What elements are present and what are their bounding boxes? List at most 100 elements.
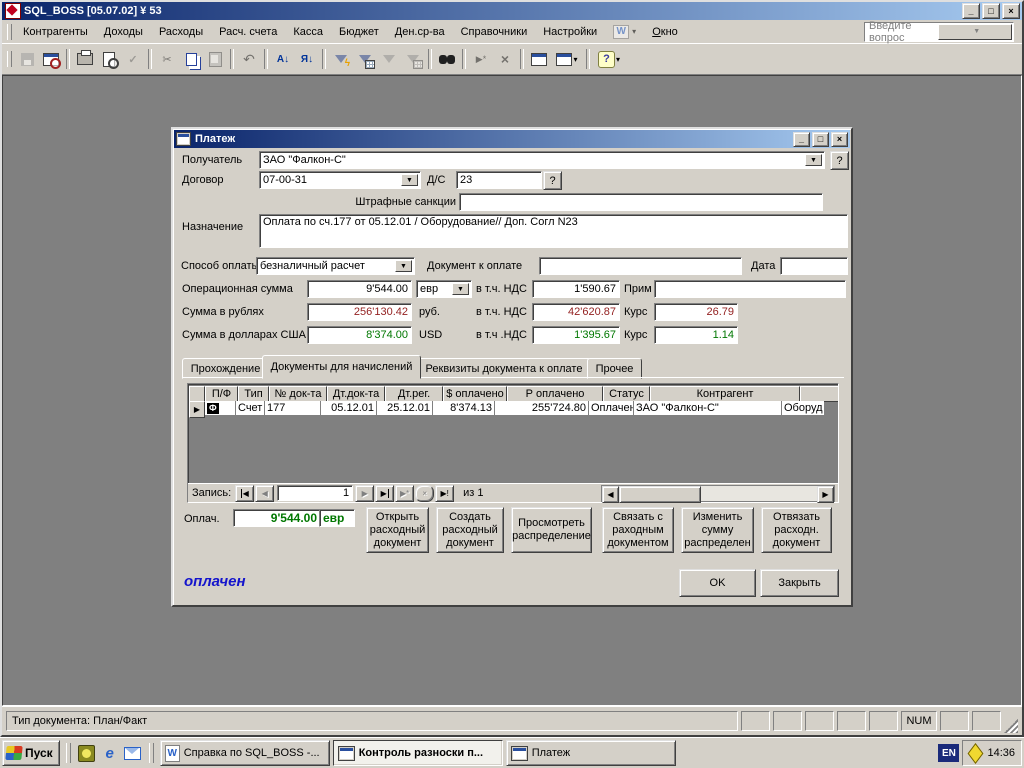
sort-ascending-icon[interactable]: А↓ (272, 48, 294, 70)
recipient-combo[interactable]: ЗАО "Фалкон-С" ▼ (259, 151, 825, 169)
unlink-expense-document-button[interactable]: Отвязать расходн. документ (761, 507, 832, 553)
task-control-window[interactable]: Контроль разноски п... (333, 740, 503, 766)
menu-settings[interactable]: Настройки (535, 23, 605, 41)
tab-accrual-documents[interactable]: Документы для начислений (262, 355, 421, 379)
delete-record-icon[interactable]: × (494, 48, 516, 70)
new-record-icon[interactable]: ▶* (470, 48, 492, 70)
payment-dialog-titlebar[interactable]: Платеж _ □ × (174, 130, 850, 148)
payment-method-combo[interactable]: безналичный расчет ▼ (256, 257, 415, 275)
task-help-window[interactable]: W Справка по SQL_BOSS -... (160, 740, 330, 766)
payment-method-dropdown-icon[interactable]: ▼ (395, 260, 412, 272)
contract-dropdown-icon[interactable]: ▼ (401, 174, 418, 186)
quicklaunch-grip[interactable] (66, 743, 71, 763)
tab-payment-doc-details[interactable]: Реквизиты документа к оплате (417, 358, 591, 379)
scrollbar-thumb[interactable] (619, 486, 701, 503)
cell-status[interactable]: Оплачен (589, 401, 634, 416)
menu-cashdesk[interactable]: Касса (285, 23, 331, 41)
cancel-record-icon[interactable]: × (415, 485, 434, 502)
view-distribution-button[interactable]: Просмотреть распределение (511, 507, 592, 553)
paid-amount-field[interactable]: 9'544.00 (233, 509, 321, 527)
new-record-button[interactable]: ▶* (395, 485, 414, 502)
menubar-grip[interactable] (7, 24, 12, 40)
grid-header-type[interactable]: Тип (238, 386, 269, 402)
find-icon[interactable] (436, 48, 458, 70)
last-record-button[interactable]: ▶ (375, 485, 394, 502)
print-preview-icon[interactable] (98, 48, 120, 70)
filter-by-selection-icon[interactable]: ϟ (330, 48, 352, 70)
cell-regdate[interactable]: 25.12.01 (377, 401, 433, 416)
vat2-field[interactable]: 42'620.87 (532, 303, 620, 321)
print-icon[interactable] (74, 48, 96, 70)
purpose-textarea[interactable]: Оплата по сч.177 от 05.12.01 / Оборудова… (259, 214, 848, 248)
contract-combo[interactable]: 07-00-31 ▼ (259, 171, 421, 189)
start-button[interactable]: Пуск (2, 740, 60, 766)
help-icon[interactable]: ?▾ (594, 48, 624, 70)
dialog-close-button[interactable]: × (831, 132, 848, 147)
operational-sum-field[interactable]: 9'544.00 (307, 280, 412, 298)
rate1-field[interactable]: 26.79 (654, 303, 738, 321)
grid-header-docdate[interactable]: Дт.док-та (327, 386, 385, 402)
copy-icon[interactable] (180, 48, 202, 70)
undo-icon[interactable]: ↶ (238, 48, 260, 70)
menu-accounts[interactable]: Расч. счета (211, 23, 285, 41)
vat1-field[interactable]: 1'590.67 (532, 280, 620, 298)
filter-icon[interactable] (378, 48, 400, 70)
menu-contractors[interactable]: Контрагенты (15, 23, 96, 41)
cut-icon[interactable]: ✂ (156, 48, 178, 70)
recipient-dropdown-icon[interactable]: ▼ (805, 154, 822, 166)
recipient-help-button[interactable]: ? (830, 151, 849, 170)
cell-pf[interactable]: Ф (205, 401, 236, 416)
paste-icon[interactable] (204, 48, 226, 70)
tab-other[interactable]: Прочее (587, 358, 642, 379)
currency-combo[interactable]: евр ▼ (416, 280, 472, 298)
database-search-icon[interactable] (40, 48, 62, 70)
first-record-button[interactable]: ◀ (235, 485, 254, 502)
date-field[interactable] (780, 257, 848, 275)
grid-header-docno[interactable]: № док-та (269, 386, 327, 402)
clock-app-icon[interactable] (77, 743, 97, 763)
menu-expenses[interactable]: Расходы (151, 23, 211, 41)
internet-explorer-icon[interactable]: e (100, 743, 120, 763)
usd-sum-field[interactable]: 8'374.00 (307, 326, 412, 344)
word-tool-icon[interactable]: W ▾ (605, 22, 644, 42)
rub-sum-field[interactable]: 256'130.42 (307, 303, 412, 321)
close-dialog-button[interactable]: Закрыть (760, 569, 839, 597)
ask-question-dropdown-icon[interactable]: ▼ (938, 24, 1013, 40)
sort-descending-icon[interactable]: Я↓ (296, 48, 318, 70)
grid-header-pf[interactable]: П/Ф (205, 386, 238, 402)
cell-rub-paid[interactable]: 255'724.80 (495, 401, 589, 416)
currency-dropdown-icon[interactable]: ▼ (452, 283, 469, 295)
scroll-left-icon[interactable]: ◀ (602, 486, 619, 503)
minimize-button[interactable]: _ (962, 3, 980, 19)
scroll-right-icon[interactable]: ▶ (817, 486, 834, 503)
menu-budget[interactable]: Бюджет (331, 23, 387, 41)
language-indicator[interactable]: EN (938, 744, 959, 762)
vat3-field[interactable]: 1'395.67 (532, 326, 620, 344)
grid-data-row[interactable]: ▶ Ф Счет 177 05.12.01 25.12.01 8'374.13 … (189, 401, 824, 418)
clock[interactable]: 14:36 (987, 747, 1015, 759)
cell-extra[interactable]: Оборуд (782, 401, 824, 416)
grid-header-usd-paid[interactable]: $ оплачено (443, 386, 507, 402)
outlook-express-icon[interactable] (123, 743, 143, 763)
penalties-field[interactable] (459, 193, 823, 211)
cell-docno[interactable]: 177 (265, 401, 321, 416)
ok-button[interactable]: OK (679, 569, 756, 597)
note-field[interactable] (654, 280, 846, 298)
create-expense-document-button[interactable]: Создать расходный документ (436, 507, 504, 553)
spelling-icon[interactable]: ✓ (122, 48, 144, 70)
ask-question-box[interactable]: Введите вопрос ▼ (864, 22, 1014, 42)
payment-doc-field[interactable] (539, 257, 742, 275)
link-expense-document-button[interactable]: Связать с раходным документом (602, 507, 674, 553)
cell-contractor[interactable]: ЗАО "Фалкон-С" (634, 401, 782, 416)
dialog-maximize-button[interactable]: □ (812, 132, 829, 147)
grid-header-rub-paid[interactable]: Р оплачено (507, 386, 603, 402)
cell-usd-paid[interactable]: 8'374.13 (433, 401, 495, 416)
goto-end-button[interactable]: ▶! (435, 485, 454, 502)
grid-header-status[interactable]: Статус (603, 386, 650, 402)
menu-directories[interactable]: Справочники (453, 23, 536, 41)
ds-field[interactable]: 23 (456, 171, 542, 189)
tab-passage[interactable]: Прохождение (182, 358, 269, 379)
maximize-button[interactable]: □ (982, 3, 1000, 19)
dialog-minimize-button[interactable]: _ (793, 132, 810, 147)
resize-grip[interactable] (1004, 719, 1018, 733)
